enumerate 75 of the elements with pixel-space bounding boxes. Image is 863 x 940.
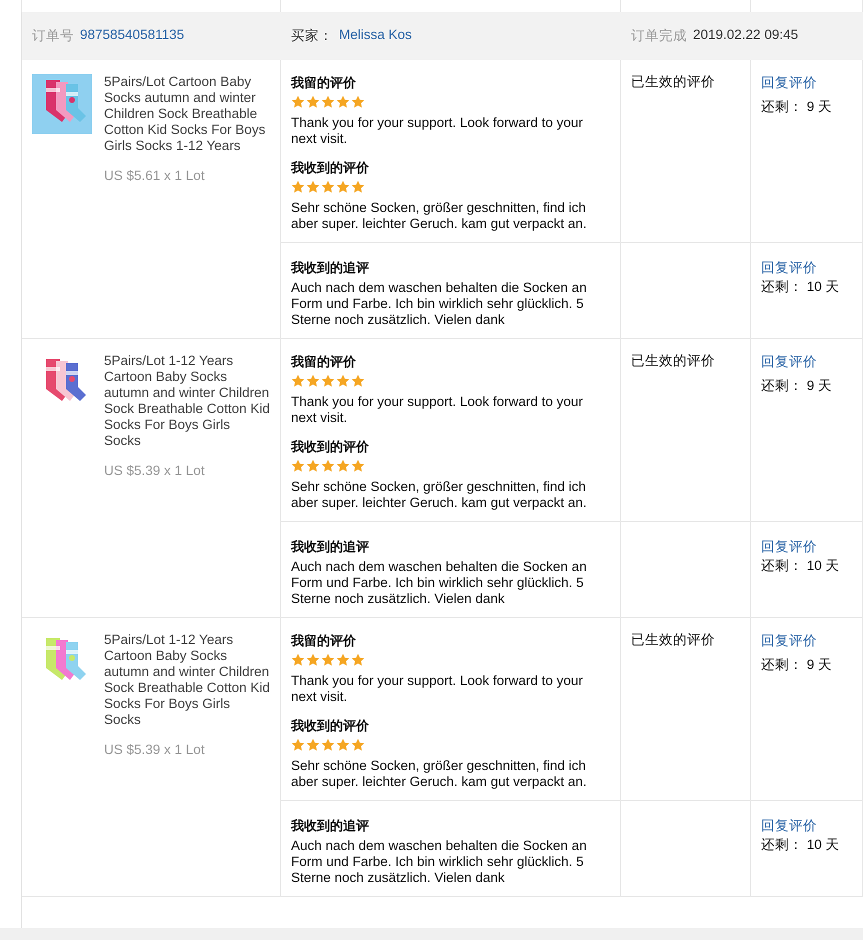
product-title: 5Pairs/Lot 1-12 Years Cartoon Baby Socks autumn and winter Children Sock Breathable Cotton Kid Socks For Boys Girls Socks bbox=[104, 632, 270, 728]
buyer-label: 买家： bbox=[291, 27, 333, 45]
review-status: 已生效的评价 bbox=[631, 74, 715, 90]
time-remaining: 还剩： 10 天 bbox=[761, 278, 840, 296]
reply-link[interactable]: 回复评价 bbox=[761, 353, 817, 371]
product-price: US $5.39 x 1 Lot bbox=[104, 463, 206, 478]
star-icon bbox=[306, 180, 320, 194]
star-icon bbox=[321, 95, 335, 109]
time-remaining: 还剩： 9 天 bbox=[761, 656, 832, 674]
star-icon bbox=[306, 374, 320, 388]
completed-date: 2019.02.22 09:45 bbox=[693, 27, 798, 44]
product-title: 5Pairs/Lot Cartoon Baby Socks autumn and winter Children Sock Breathable Cotton Kid Socks For Boys Girls Socks 1-12 Years bbox=[104, 74, 266, 154]
review-text: Sehr schöne Socken, größer geschnitten, find ich aber super. leichter Geruch. kam gut verpackt an. bbox=[291, 479, 588, 511]
review-heading: 我收到的评价 bbox=[291, 717, 369, 735]
product-price: US $5.39 x 1 Lot bbox=[104, 742, 206, 757]
star-icon bbox=[306, 95, 320, 109]
star-icon bbox=[321, 459, 335, 473]
star-icon bbox=[351, 180, 365, 194]
time-remaining: 还剩： 10 天 bbox=[761, 557, 840, 575]
star-icon bbox=[291, 459, 305, 473]
star-icon bbox=[351, 459, 365, 473]
star-icon bbox=[351, 95, 365, 109]
reply-link[interactable]: 回复评价 bbox=[761, 632, 817, 650]
review-heading: 我留的评价 bbox=[291, 353, 356, 371]
star-icon bbox=[321, 738, 335, 752]
star-icon bbox=[336, 738, 350, 752]
star-icon bbox=[336, 180, 350, 194]
time-remaining: 还剩： 10 天 bbox=[761, 836, 840, 854]
star-icon bbox=[336, 374, 350, 388]
review-text: Sehr schöne Socken, größer geschnitten, find ich aber super. leichter Geruch. kam gut verpackt an. bbox=[291, 758, 588, 790]
star-icon bbox=[351, 738, 365, 752]
star-icon bbox=[306, 738, 320, 752]
review-heading: 我留的评价 bbox=[291, 74, 356, 92]
review-heading: 我留的评价 bbox=[291, 632, 356, 650]
completed-label: 订单完成 bbox=[631, 27, 687, 45]
followup-text: Auch nach dem waschen behalten die Socken an Form und Farbe. Ich bin wirklich sehr glücklich. 5 Sterne noch zusätzlich. Vielen dank bbox=[291, 280, 588, 328]
review-status: 已生效的评价 bbox=[631, 353, 715, 369]
star-icon bbox=[291, 95, 305, 109]
star-icon bbox=[291, 653, 305, 667]
time-remaining: 还剩： 9 天 bbox=[761, 98, 832, 116]
buyer-name: Melissa Kos bbox=[339, 27, 412, 44]
star-icon bbox=[306, 459, 320, 473]
star-icon bbox=[321, 653, 335, 667]
followup-heading: 我收到的追评 bbox=[291, 538, 369, 556]
product-title: 5Pairs/Lot 1-12 Years Cartoon Baby Socks autumn and winter Children Sock Breathable Cotton Kid Socks For Boys Girls Socks bbox=[104, 353, 270, 449]
review-heading: 我收到的评价 bbox=[291, 159, 369, 177]
order-number: 98758540581135 bbox=[80, 27, 184, 44]
review-status: 已生效的评价 bbox=[631, 632, 715, 648]
reply-link[interactable]: 回复评价 bbox=[761, 817, 817, 835]
star-icon bbox=[351, 374, 365, 388]
followup-heading: 我收到的追评 bbox=[291, 259, 369, 277]
star-icon bbox=[351, 653, 365, 667]
star-icon bbox=[321, 374, 335, 388]
reply-link[interactable]: 回复评价 bbox=[761, 74, 817, 92]
review-text: Thank you for your support. Look forward to your next visit. bbox=[291, 394, 584, 426]
product-price: US $5.61 x 1 Lot bbox=[104, 168, 206, 183]
star-icon bbox=[336, 459, 350, 473]
followup-text: Auch nach dem waschen behalten die Socken an Form und Farbe. Ich bin wirklich sehr glücklich. 5 Sterne noch zusätzlich. Vielen dank bbox=[291, 559, 588, 607]
star-icon bbox=[306, 653, 320, 667]
reply-link[interactable]: 回复评价 bbox=[761, 538, 817, 556]
star-icon bbox=[291, 738, 305, 752]
star-icon bbox=[291, 374, 305, 388]
time-remaining: 还剩： 9 天 bbox=[761, 377, 832, 395]
star-icon bbox=[336, 653, 350, 667]
followup-text: Auch nach dem waschen behalten die Socken an Form und Farbe. Ich bin wirklich sehr glücklich. 5 Sterne noch zusätzlich. Vielen dank bbox=[291, 838, 588, 886]
followup-heading: 我收到的追评 bbox=[291, 817, 369, 835]
order-number-label: 订单号 bbox=[32, 27, 74, 45]
star-icon bbox=[336, 95, 350, 109]
review-text: Thank you for your support. Look forward to your next visit. bbox=[291, 115, 584, 147]
review-text: Thank you for your support. Look forward to your next visit. bbox=[291, 673, 584, 705]
star-icon bbox=[321, 180, 335, 194]
review-heading: 我收到的评价 bbox=[291, 438, 369, 456]
review-text: Sehr schöne Socken, größer geschnitten, find ich aber super. leichter Geruch. kam gut verpackt an. bbox=[291, 200, 588, 232]
star-icon bbox=[291, 180, 305, 194]
reply-link[interactable]: 回复评价 bbox=[761, 259, 817, 277]
